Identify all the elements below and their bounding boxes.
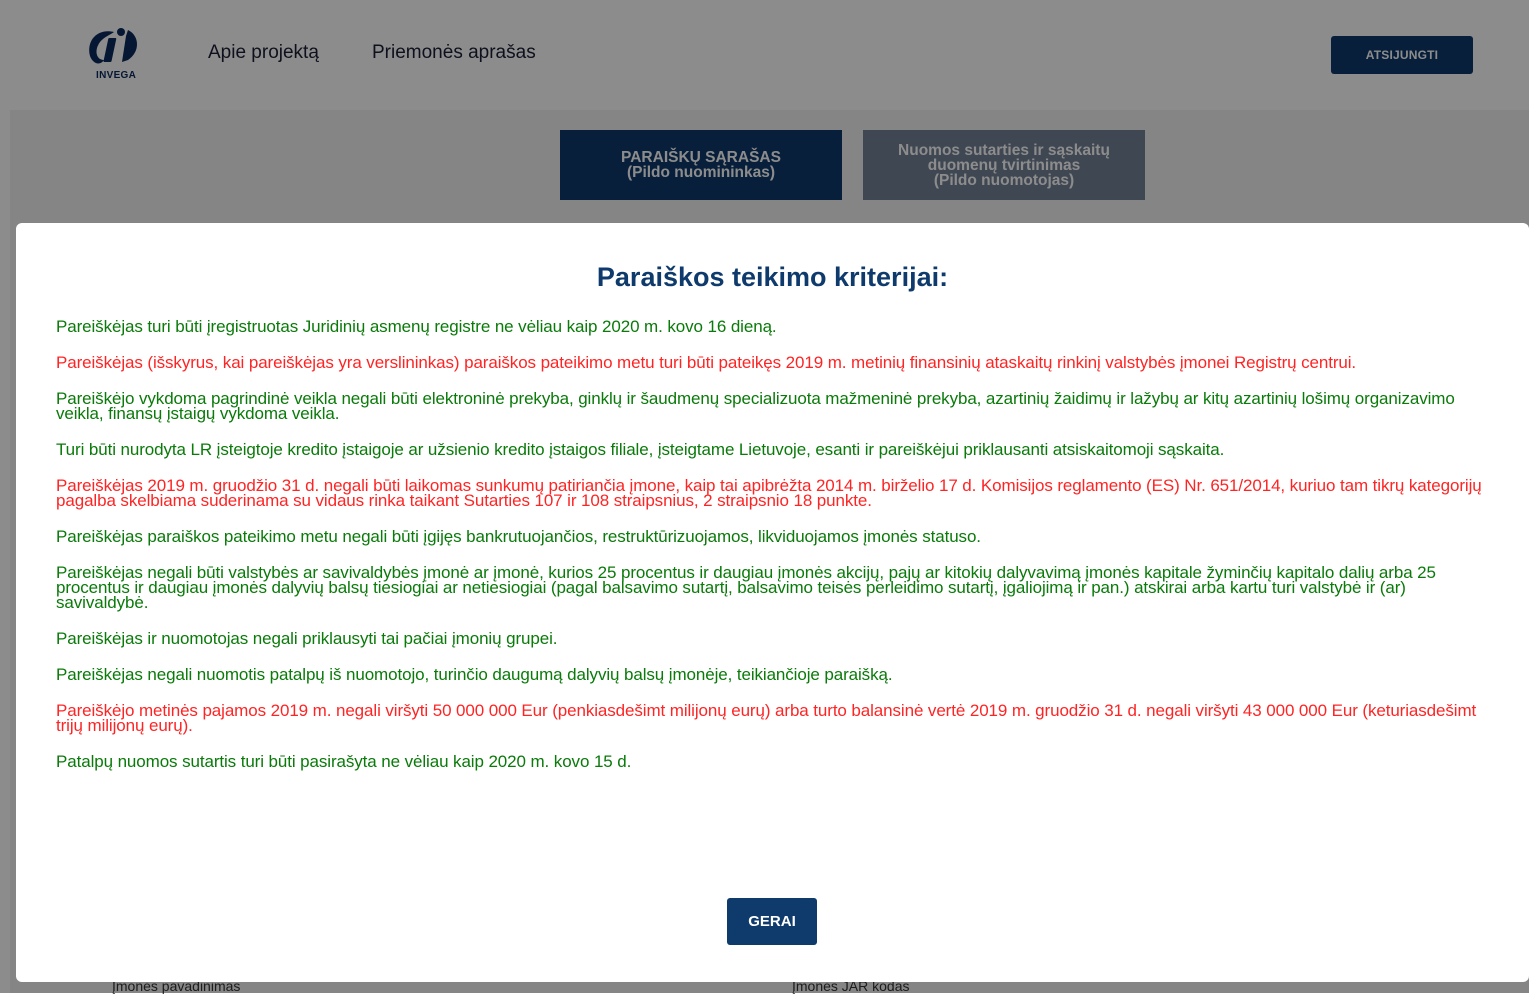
criteria-modal: Paraiškos teikimo kriterijai: Pareiškėja… — [16, 223, 1529, 982]
criterion-item: Pareiškėjas negali būti valstybės ar sav… — [56, 563, 1436, 612]
criterion-item: Pareiškėjas turi būti įregistruotas Juri… — [56, 317, 777, 336]
ok-button[interactable]: GERAI — [727, 898, 817, 945]
criterion-item: Pareiškėjas negali nuomotis patalpų iš n… — [56, 665, 893, 684]
criteria-list: Pareiškėjas turi būti įregistruotas Juri… — [56, 317, 1486, 790]
criterion-item: Pareiškėjas ir nuomotojas negali priklau… — [56, 629, 558, 648]
criterion-item: Pareiškėjas 2019 m. gruodžio 31 d. negal… — [56, 476, 1482, 510]
modal-title: Paraiškos teikimo kriterijai: — [596, 262, 949, 292]
criterion-item: Pareiškėjo metinės pajamos 2019 m. negal… — [56, 701, 1477, 735]
criterion-item: Pareiškėjas paraiškos pateikimo metu neg… — [56, 527, 981, 546]
criterion-item: Turi būti nurodyta LR įsteigtoje kredito… — [56, 440, 1225, 459]
criterion-item: Patalpų nuomos sutartis turi būti pasira… — [56, 752, 632, 771]
criterion-item: Pareiškėjo vykdoma pagrindinė veikla neg… — [56, 389, 1455, 423]
criterion-item: Pareiškėjas (išskyrus, kai pareiškėjas y… — [56, 353, 1357, 372]
